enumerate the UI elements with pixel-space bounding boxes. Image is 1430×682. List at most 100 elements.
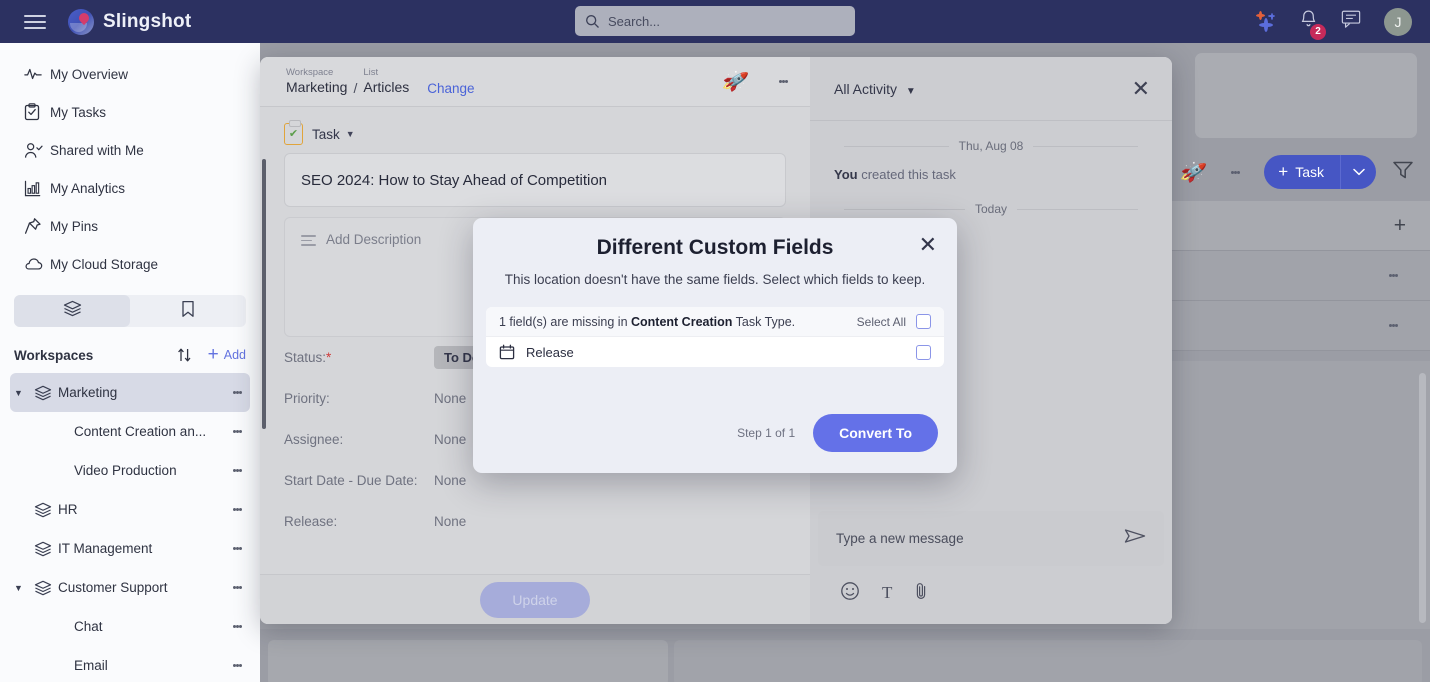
field-label: Assignee: (284, 432, 344, 447)
activity-filter-dropdown[interactable]: All Activity ▼ (834, 81, 1132, 97)
background-card (1195, 53, 1417, 138)
filter-icon[interactable] (1392, 160, 1414, 185)
scrollbar-vertical[interactable] (1419, 373, 1426, 623)
sidebar-item-my-overview[interactable]: My Overview (0, 55, 260, 93)
field-value: None (434, 391, 467, 406)
workspace-item-it-management[interactable]: IT Management (10, 529, 250, 568)
sidebar-item-shared-with-me[interactable]: Shared with Me (0, 131, 260, 169)
more-vertical-icon[interactable] (224, 546, 250, 552)
more-vertical-icon[interactable] (224, 624, 250, 630)
workspace-item-marketing[interactable]: ▼ Marketing (10, 373, 250, 412)
layers-icon (28, 541, 58, 557)
chevron-down-icon[interactable]: ▼ (14, 583, 28, 593)
send-icon[interactable] (1124, 527, 1146, 550)
chevron-down-icon[interactable]: ▼ (14, 388, 28, 398)
more-vertical-icon[interactable] (224, 390, 250, 396)
chevron-down-icon: ▼ (345, 129, 355, 139)
tab-bookmarks[interactable] (130, 295, 246, 327)
sidebar-item-my-tasks[interactable]: My Tasks (0, 93, 260, 131)
more-vertical-icon[interactable] (1380, 273, 1406, 279)
dialog-footer: Step 1 of 1 Convert To (737, 414, 938, 452)
workspace-label: Marketing (58, 385, 118, 400)
add-workspace-button[interactable]: + Add (208, 344, 246, 366)
top-bar: Slingshot 2 (0, 0, 1430, 43)
text-format-icon[interactable]: T (882, 583, 892, 603)
user-avatar[interactable]: J (1384, 7, 1412, 36)
background-footer-left (268, 640, 668, 682)
close-icon[interactable]: ✕ (1132, 77, 1150, 100)
hamburger-menu-icon[interactable] (24, 11, 46, 33)
sidebar-item-label: My Analytics (50, 180, 126, 196)
tab-workspaces[interactable] (14, 295, 130, 327)
ai-sparkle-icon[interactable] (1255, 10, 1277, 33)
more-vertical-icon[interactable] (224, 468, 250, 474)
notifications-bell[interactable]: 2 (1299, 9, 1326, 40)
field-checkbox-release[interactable] (916, 344, 931, 360)
bookmark-icon (181, 300, 195, 323)
sort-arrows-icon[interactable] (176, 347, 194, 363)
layers-icon (63, 300, 82, 322)
update-button[interactable]: Update (480, 581, 590, 618)
step-label: Step 1 of 1 (737, 426, 796, 440)
select-all-checkbox[interactable] (916, 314, 931, 329)
workspace-item-hr[interactable]: HR (10, 490, 250, 529)
slingshot-logo-icon (68, 8, 94, 35)
more-vertical-icon[interactable] (770, 79, 796, 85)
more-vertical-icon[interactable] (1222, 169, 1248, 175)
breadcrumb: Workspace Marketing / List Articles Chan… (286, 67, 723, 97)
activity-header: All Activity ▼ ✕ (810, 57, 1172, 121)
plus-icon: + (1278, 162, 1289, 181)
rocket-icon[interactable]: 🚀 (1179, 157, 1209, 187)
breadcrumb-workspace[interactable]: Workspace Marketing (286, 67, 347, 97)
add-task-button[interactable]: + Task (1264, 155, 1376, 189)
more-vertical-icon[interactable] (224, 429, 250, 435)
message-toolbar: T (818, 572, 928, 614)
convert-to-button[interactable]: Convert To (813, 414, 938, 452)
workspace-item-content-creation[interactable]: Content Creation an... (10, 412, 250, 451)
sidebar-item-label: My Overview (50, 66, 129, 82)
user-check-icon (24, 142, 50, 159)
layers-icon (28, 580, 58, 596)
more-vertical-icon[interactable] (224, 585, 250, 591)
search-input[interactable] (608, 13, 828, 29)
workspace-item-video-production[interactable]: Video Production (10, 451, 250, 490)
plus-icon: + (207, 344, 219, 365)
rocket-icon[interactable]: 🚀 (721, 67, 751, 97)
breadcrumb-workspace-value: Marketing (286, 78, 348, 95)
close-icon[interactable]: ✕ (919, 234, 937, 256)
field-release[interactable]: Release: None (284, 501, 786, 542)
add-task-dropdown[interactable] (1340, 155, 1376, 189)
search-bar[interactable] (575, 6, 855, 36)
chevron-down-icon (1352, 168, 1365, 176)
field-row-release[interactable]: Release (486, 337, 944, 367)
dialog-title: Different Custom Fields (596, 236, 834, 259)
background-footer-right (674, 640, 1422, 682)
change-location-link[interactable]: Change (427, 81, 474, 97)
task-type-label: Task (312, 126, 340, 142)
emoji-icon[interactable] (840, 581, 860, 606)
scrollbar-vertical[interactable] (262, 159, 266, 429)
layers-icon (28, 502, 58, 518)
breadcrumb-list[interactable]: List Articles (363, 67, 409, 97)
sidebar-item-my-analytics[interactable]: My Analytics (0, 169, 260, 207)
workspace-item-chat[interactable]: Chat (10, 607, 250, 646)
brand-logo[interactable]: Slingshot (68, 8, 191, 35)
add-column-icon[interactable]: + (1394, 214, 1406, 238)
workspaces-title: Workspaces (14, 347, 94, 363)
description-icon (301, 235, 316, 249)
messages-icon[interactable] (1340, 9, 1362, 34)
workspace-item-customer-support[interactable]: ▼ Customer Support (10, 568, 250, 607)
more-vertical-icon[interactable] (224, 507, 250, 513)
more-vertical-icon[interactable] (224, 663, 250, 669)
workspace-item-email[interactable]: Email (10, 646, 250, 682)
more-vertical-icon[interactable] (1380, 323, 1406, 329)
sidebar-item-my-pins[interactable]: My Pins (0, 207, 260, 245)
sidebar-tab-bar (14, 295, 246, 327)
message-input[interactable]: Type a new message (818, 511, 1164, 566)
attachment-icon[interactable] (914, 581, 928, 606)
task-title-input[interactable]: SEO 2024: How to Stay Ahead of Competiti… (284, 153, 786, 207)
sidebar-item-my-cloud-storage[interactable]: My Cloud Storage (0, 245, 260, 283)
field-value: None (434, 514, 467, 529)
task-type-selector[interactable]: ✔ Task ▼ (284, 107, 786, 153)
cloud-icon (24, 257, 50, 271)
